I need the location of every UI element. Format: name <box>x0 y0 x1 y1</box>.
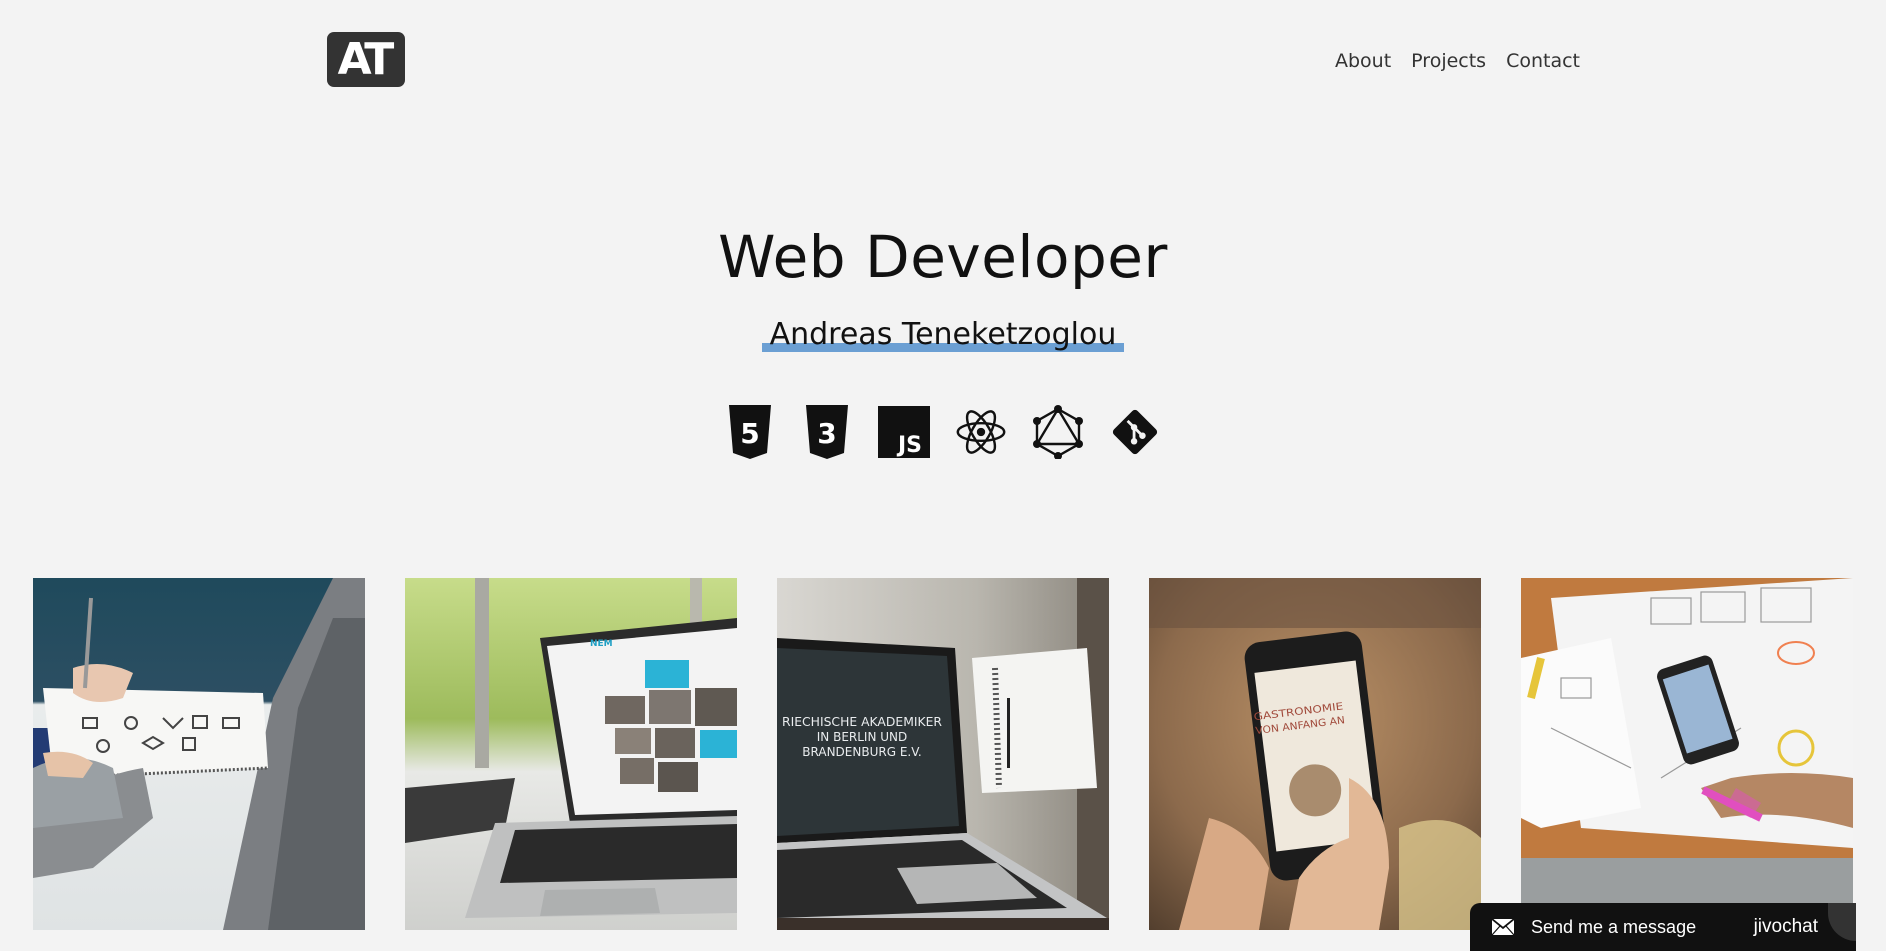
svg-text:JS: JS <box>896 433 922 458</box>
svg-text:IN BERLIN UND: IN BERLIN UND <box>817 730 908 744</box>
svg-text:5: 5 <box>740 417 759 450</box>
site-logo[interactable]: AT <box>327 32 405 87</box>
svg-text:BRANDENBURG E.V.: BRANDENBURG E.V. <box>802 745 921 759</box>
skills-icon-row: 5 3 JS <box>724 404 1161 460</box>
logo-text: AT <box>337 33 395 85</box>
chat-widget-brand: jivochat <box>1753 916 1818 937</box>
project-gallery: NEM RIECHISCHE AKADEMIKER IN BERLIN UND … <box>33 578 1853 930</box>
chat-widget-corner <box>1828 903 1856 941</box>
laptop-nem-photo: NEM <box>405 578 737 930</box>
phone-gastronomie-photo: GASTRONOMIE VON ANFANG AN <box>1149 578 1481 930</box>
css3-icon: 3 <box>801 404 853 460</box>
html5-icon: 5 <box>724 404 776 460</box>
project-card[interactable]: NEM <box>405 578 737 930</box>
git-icon <box>1109 404 1161 460</box>
chat-widget-button[interactable]: Send me a message jivochat <box>1470 903 1856 951</box>
react-icon <box>955 404 1007 460</box>
sketching-logos-photo <box>33 578 365 930</box>
nav-projects-link[interactable]: Projects <box>1411 50 1486 72</box>
project-card[interactable]: GASTRONOMIE VON ANFANG AN <box>1149 578 1481 930</box>
project-card[interactable]: RIECHISCHE AKADEMIKER IN BERLIN UND BRAN… <box>777 578 1109 930</box>
subtitle-wrapper: Andreas Teneketzoglou <box>0 316 1886 354</box>
mail-icon <box>1492 919 1514 935</box>
nav-about-link[interactable]: About <box>1335 50 1391 72</box>
wireframe-desk-photo <box>1521 578 1853 930</box>
svg-text:3: 3 <box>817 417 836 450</box>
author-name: Andreas Teneketzoglou <box>761 316 1125 354</box>
laptop-akademiker-photo: RIECHISCHE AKADEMIKER IN BERLIN UND BRAN… <box>777 578 1109 930</box>
javascript-icon: JS <box>878 404 930 460</box>
project-card[interactable] <box>1521 578 1853 930</box>
chat-widget-label: Send me a message <box>1531 916 1697 937</box>
graphql-icon <box>1032 404 1084 460</box>
page-title: Web Developer <box>718 223 1168 291</box>
svg-text:NEM: NEM <box>590 639 613 649</box>
project-card[interactable] <box>33 578 365 930</box>
nav-contact-link[interactable]: Contact <box>1506 50 1580 72</box>
main-nav: About Projects Contact <box>1335 50 1580 72</box>
svg-text:RIECHISCHE AKADEMIKER: RIECHISCHE AKADEMIKER <box>782 715 942 729</box>
